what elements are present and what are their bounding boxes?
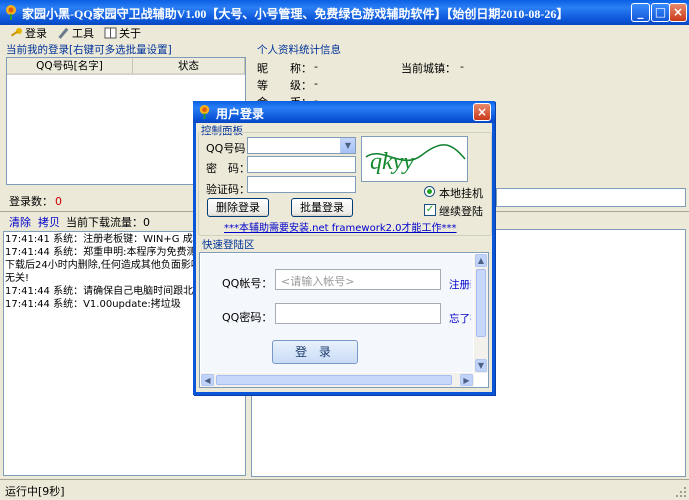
- traffic-row: 当前下载流量：0: [66, 214, 150, 230]
- status-text: 运行中[9秒]: [5, 485, 65, 498]
- scroll-thumb[interactable]: [476, 269, 486, 337]
- captcha-field[interactable]: [247, 176, 356, 193]
- quick-password-label: QQ密码：: [222, 311, 273, 324]
- status-bar: 运行中[9秒]: [0, 479, 689, 500]
- main-title-bar[interactable]: 家园小黑-QQ家园守卫战辅助V1.00【大号、小号管理、免费绿色游戏辅助软件】【…: [0, 0, 689, 25]
- city-value: -: [460, 60, 464, 73]
- level-label: 等 级：: [257, 79, 312, 92]
- chevron-down-icon[interactable]: ▼: [340, 138, 355, 153]
- nickname-label: 昵 称：: [257, 62, 312, 75]
- vertical-scrollbar[interactable]: ▲ ▼: [474, 254, 488, 373]
- framework-notice-link[interactable]: ***本辅助需要安装.net framework2.0才能工作***: [224, 219, 457, 234]
- app-flower-icon: [6, 5, 16, 20]
- profile-info-box: [496, 188, 686, 207]
- quick-account-label: QQ帐号：: [222, 277, 273, 290]
- continue-login-checkbox[interactable]: ✓: [424, 204, 436, 216]
- captcha-text: qkyy: [370, 149, 414, 175]
- menu-about[interactable]: 关于: [104, 26, 141, 41]
- dialog-title: 用户登录: [216, 107, 265, 121]
- login-list-caption: 当前我的登录[右键可多选批量设置]: [6, 44, 172, 56]
- dialog-flower-icon: [199, 104, 210, 119]
- menu-login[interactable]: 登录: [10, 26, 47, 41]
- horizontal-scroll-thumb[interactable]: [216, 375, 452, 385]
- quick-account-placeholder: <请输入帐号>: [281, 275, 355, 288]
- login-count-row: 登录数： 0: [9, 193, 62, 209]
- wrench-icon: [58, 27, 69, 39]
- maximize-button[interactable]: □: [651, 3, 670, 22]
- local-hang-radio[interactable]: [424, 186, 435, 197]
- qq-number-combobox[interactable]: ▼: [247, 137, 356, 154]
- nickname-value: -: [314, 60, 318, 73]
- level-value: -: [314, 77, 318, 90]
- window-title: 家园小黑-QQ家园守卫战辅助V1.00【大号、小号管理、免费绿色游戏辅助软件】【…: [22, 7, 569, 21]
- close-button[interactable]: ×: [669, 3, 687, 22]
- dialog-title-bar[interactable]: 用户登录 ×: [193, 101, 495, 123]
- key-icon: [10, 28, 22, 37]
- quick-account-input[interactable]: <请输入帐号>: [275, 269, 441, 290]
- column-header-status[interactable]: 状态: [133, 58, 245, 75]
- quick-login-button[interactable]: 登 录: [272, 340, 358, 364]
- resize-grip-icon[interactable]: [675, 486, 687, 498]
- batch-login-button[interactable]: 批量登录: [291, 198, 353, 217]
- profile-caption: 个人资料统计信息: [257, 44, 341, 56]
- scroll-right-icon[interactable]: ▶: [460, 374, 473, 386]
- copy-log-link[interactable]: 拷贝: [38, 214, 60, 230]
- dialog-close-button[interactable]: ×: [473, 103, 491, 121]
- login-count-value: 0: [55, 195, 62, 208]
- traffic-label: 当前下载流量：: [66, 216, 143, 229]
- traffic-value: 0: [143, 216, 150, 229]
- continue-login-label: 继续登陆: [439, 205, 483, 218]
- menu-bar: 登录 工具 关于: [0, 25, 689, 42]
- quick-password-input[interactable]: [275, 303, 441, 324]
- scroll-left-icon[interactable]: ◀: [201, 374, 214, 386]
- book-icon: [104, 27, 117, 39]
- city-label: 当前城镇：: [401, 62, 456, 75]
- delete-login-button[interactable]: 删除登录: [207, 198, 269, 217]
- local-hang-label: 本地挂机: [439, 187, 483, 200]
- quick-login-area: QQ帐号： <请输入帐号> 注册新 QQ密码： 忘了密 登 录 ▲ ▼ ◀ ▶: [199, 252, 489, 388]
- quick-login-caption: 快速登陆区: [202, 239, 255, 251]
- register-link[interactable]: 注册新: [449, 277, 471, 292]
- clear-log-link[interactable]: 清除: [9, 214, 31, 230]
- menu-tools[interactable]: 工具: [57, 26, 94, 41]
- password-label: 密 码：: [206, 162, 250, 175]
- captcha-image[interactable]: qkyy: [361, 136, 468, 182]
- password-field[interactable]: [247, 156, 356, 173]
- captcha-label: 验证码：: [206, 183, 250, 196]
- scroll-down-icon[interactable]: ▼: [475, 359, 487, 372]
- scroll-up-icon[interactable]: ▲: [475, 254, 487, 267]
- minimize-button[interactable]: _: [631, 3, 650, 22]
- login-count-label: 登录数：: [9, 195, 53, 208]
- horizontal-scrollbar[interactable]: ◀ ▶: [201, 373, 474, 387]
- column-header-qq[interactable]: QQ号码[名字]: [7, 58, 133, 75]
- forgot-password-link[interactable]: 忘了密: [449, 311, 471, 326]
